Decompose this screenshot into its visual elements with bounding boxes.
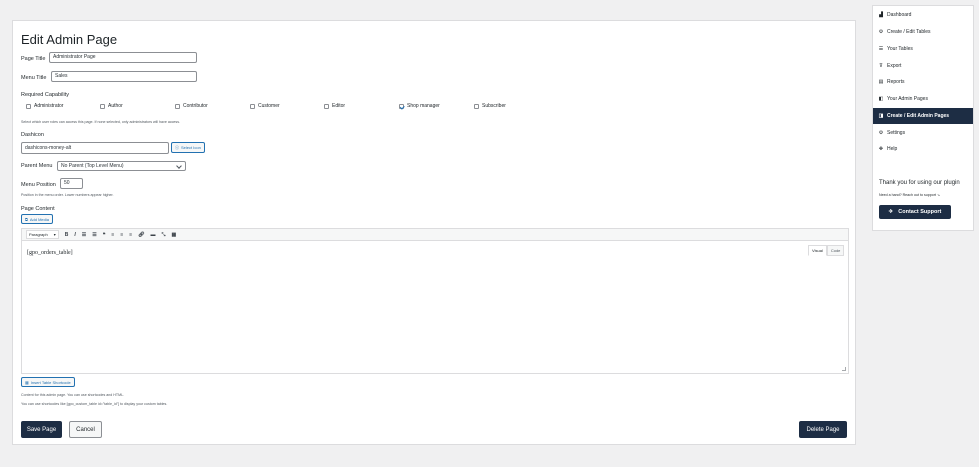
capability-editor[interactable]: Editor [324, 103, 345, 109]
capability-description: Select which user roles can access this … [21, 120, 181, 124]
numbered-list-icon[interactable]: ☰ [92, 232, 96, 238]
paper-plane-icon: ✈ [888, 209, 894, 215]
sidebar-item-your-admin-pages[interactable]: ◧ Your Admin Pages [873, 91, 973, 107]
sidebar-item-create-edit-tables[interactable]: ⚙ Create / Edit Tables [873, 24, 973, 40]
page-content-label: Page Content [21, 206, 55, 212]
bold-icon[interactable]: B [65, 232, 69, 238]
plugin-sidebar: ▟ Dashboard ⚙ Create / Edit Tables ☰ Your T… [872, 5, 974, 231]
menu-position-input[interactable]: 50 [60, 178, 83, 189]
page-title: Edit Admin Page [21, 32, 118, 47]
align-right-icon[interactable]: ≡ [129, 232, 132, 238]
capability-subscriber[interactable]: Subscriber [474, 103, 506, 109]
gear-icon: ⚙ [878, 130, 884, 136]
admin-appearance-icon: ⓢ [175, 144, 179, 150]
kitchen-sink-icon[interactable]: ▦ [172, 232, 177, 238]
content-description-1: Content for this admin page. You can use… [21, 393, 125, 397]
editor-toolbar: Paragraph ▾ B I ☰ ☰ ❝ ≡ ≡ ≡ 🔗︎ ▬ ⤡ ▦ [22, 229, 848, 241]
align-center-icon[interactable]: ≡ [120, 232, 123, 238]
link-icon[interactable]: 🔗︎ [138, 232, 144, 238]
parent-menu-label: Parent Menu [21, 163, 53, 169]
content-description-2: You can use shortcodes like [gpo_custom_… [21, 402, 168, 406]
resize-handle-icon[interactable] [842, 367, 846, 371]
read-more-icon[interactable]: ▬ [151, 232, 156, 238]
save-page-button[interactable]: Save Page [21, 421, 62, 438]
edit-admin-page-panel: Edit Admin Page Page Title Administrator… [12, 20, 856, 445]
filter-icon: ⊽ [879, 63, 883, 69]
align-left-icon[interactable]: ≡ [111, 232, 114, 238]
thanks-message: Thank you for using our plugin [879, 180, 960, 186]
contact-support-button[interactable]: ✈ Contact Support [879, 205, 951, 219]
chart-bar-icon: ▟ [879, 12, 883, 18]
capability-customer[interactable]: Customer [250, 103, 280, 109]
bullet-list-icon[interactable]: ☰ [82, 232, 86, 238]
checkbox-icon[interactable] [250, 103, 255, 109]
checkbox-icon[interactable] [474, 103, 479, 109]
checkbox-icon[interactable] [324, 103, 329, 109]
support-hint: Need a hand? Reach out to support ↘ [879, 193, 940, 197]
checkbox-checked-icon[interactable] [399, 103, 404, 109]
content-editor[interactable]: Paragraph ▾ B I ☰ ☰ ❝ ≡ ≡ ≡ 🔗︎ ▬ ⤡ ▦ [gpo… [21, 228, 849, 374]
checkbox-icon[interactable] [26, 103, 31, 109]
menu-position-description: Position in the menu order. Lower number… [21, 193, 114, 197]
edit-page-icon: ◨ [878, 113, 884, 119]
blockquote-icon[interactable]: ❝ [103, 232, 106, 238]
required-capability-label: Required Capability [21, 92, 69, 98]
capability-shop-manager[interactable]: Shop manager [399, 103, 440, 109]
chevron-down-icon: ▾ [53, 232, 56, 237]
table-icon: ☰ [878, 46, 884, 52]
add-media-button[interactable]: ⧉ Add Media [21, 214, 53, 224]
sidebar-item-dashboard[interactable]: ▟ Dashboard [873, 7, 973, 23]
checkbox-icon[interactable] [100, 103, 105, 109]
sidebar-item-export[interactable]: ⊽ Export [873, 58, 973, 74]
gear-icon: ⚙ [878, 29, 884, 35]
delete-page-button[interactable]: Delete Page [799, 421, 847, 438]
help-icon: ✥ [878, 146, 884, 152]
menu-position-label: Menu Position [21, 182, 56, 188]
capability-administrator[interactable]: Administrator [26, 103, 63, 109]
capability-contributor[interactable]: Contributor [175, 103, 208, 109]
menu-title-label: Menu Title [21, 75, 47, 81]
table-icon: ▦ [25, 379, 29, 385]
sidebar-item-reports[interactable]: ▤ Reports [873, 74, 973, 90]
sidebar-item-your-tables[interactable]: ☰ Your Tables [873, 41, 973, 57]
menu-title-input[interactable]: Sales [51, 71, 197, 82]
dashicon-input[interactable]: dashicons-money-alt [21, 142, 169, 154]
format-select[interactable]: Paragraph ▾ [26, 230, 59, 239]
page-title-input[interactable]: Administrator Page [49, 52, 197, 63]
sidebar-item-create-edit-admin-pages[interactable]: ◨ Create / Edit Admin Pages [873, 108, 973, 124]
checkbox-icon[interactable] [175, 103, 180, 109]
sidebar-item-settings[interactable]: ⚙ Settings [873, 125, 973, 141]
cancel-button[interactable]: Cancel [69, 421, 102, 438]
italic-icon[interactable]: I [74, 232, 75, 238]
document-icon: ▤ [878, 79, 884, 85]
insert-table-shortcode-button[interactable]: ▦ Insert Table Shortcode [21, 377, 75, 387]
page-title-label: Page Title [21, 56, 46, 62]
sidebar-item-help[interactable]: ✥ Help [873, 141, 973, 157]
parent-menu-select[interactable]: No Parent (Top Level Menu) [57, 161, 186, 171]
fullscreen-icon[interactable]: ⤡ [162, 232, 166, 238]
media-icon: ⧉ [25, 216, 28, 222]
editor-content[interactable]: [gpo_orders_table] [27, 250, 73, 256]
dashicon-label: Dashicon [21, 132, 44, 138]
capability-author[interactable]: Author [100, 103, 123, 109]
pages-icon: ◧ [878, 96, 884, 102]
select-icon-button[interactable]: ⓢ Select Icon [171, 142, 205, 153]
